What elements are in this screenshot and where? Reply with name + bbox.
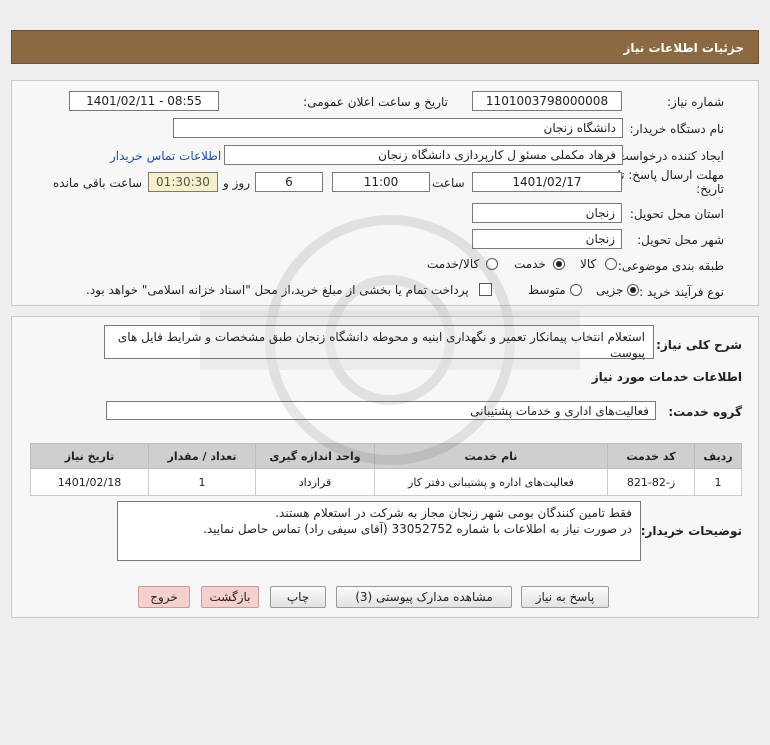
table-row: 1 ز-82-821 فعالیت‌های اداره و پشتیبانی د… xyxy=(30,468,742,496)
page-title: جزئیات اطلاعات نیاز xyxy=(623,41,744,55)
province-label: استان محل تحویل: xyxy=(629,207,724,221)
category-goods-service-label: کالا/خدمت xyxy=(427,257,480,271)
service-group-label: گروه خدمت: xyxy=(668,405,742,419)
category-goods-service-radio[interactable] xyxy=(486,258,498,270)
buyer-notes-textarea[interactable]: فقط تامین کنندگان بومی شهر زنجان مجاز به… xyxy=(117,501,641,561)
days-field[interactable]: 6 xyxy=(255,172,323,192)
category-service-radio[interactable] xyxy=(553,258,565,270)
category-goods-label: کالا xyxy=(580,257,597,271)
purchase-minor-radio[interactable] xyxy=(627,284,639,296)
purchase-minor-label: جزیی xyxy=(596,283,624,297)
page-header: جزئیات اطلاعات نیاز xyxy=(11,30,759,64)
deadline-date-field[interactable]: 1401/02/17 xyxy=(472,172,622,192)
announce-datetime-field[interactable]: 1401/02/11 - 08:55 xyxy=(69,91,219,111)
days-label: روز و xyxy=(223,176,250,190)
buyer-org-label: نام دستگاه خریدار: xyxy=(629,122,725,136)
table-header-row: ردیف کد خدمت نام خدمت واحد اندازه گیری ت… xyxy=(30,443,742,469)
back-button[interactable]: بازگشت xyxy=(201,586,259,608)
services-table: ردیف کد خدمت نام خدمت واحد اندازه گیری ت… xyxy=(30,443,742,496)
buyer-notes-line-1: فقط تامین کنندگان بومی شهر زنجان مجاز به… xyxy=(275,506,632,520)
treasury-payment-note: پرداخت تمام یا بخشی از مبلغ خرید،از محل … xyxy=(86,283,469,297)
cell-service-name: فعالیت‌های اداره و پشتیبانی دفتر کار xyxy=(374,468,608,496)
treasury-payment-checkbox[interactable] xyxy=(479,283,492,296)
category-service-label: خدمت xyxy=(514,257,546,271)
print-button[interactable]: چاپ xyxy=(270,586,326,608)
cell-service-code: ز-82-821 xyxy=(607,468,695,496)
reply-button[interactable]: پاسخ به نیاز xyxy=(521,586,609,608)
remaining-time-label: ساعت باقی مانده xyxy=(53,176,143,190)
buyer-org-field[interactable]: دانشگاه زنجان xyxy=(173,118,623,138)
col-header-service-name: نام خدمت xyxy=(374,443,608,469)
city-field[interactable]: زنجان xyxy=(472,229,622,249)
deadline-date-label: تاریخ: xyxy=(696,182,724,196)
col-header-unit: واحد اندازه گیری xyxy=(255,443,375,469)
deadline-time-field[interactable]: 11:00 xyxy=(332,172,430,192)
need-number-label: شماره نیاز: xyxy=(667,95,724,109)
view-attachments-button[interactable]: مشاهده مدارک پیوستی (3) xyxy=(336,586,512,608)
category-goods-radio[interactable] xyxy=(605,258,617,270)
buyer-contact-link[interactable]: اطلاعات تماس خریدار xyxy=(110,149,221,163)
cell-unit: قرارداد xyxy=(255,468,375,496)
service-group-field[interactable]: فعالیت‌های اداری و خدمات پشتیبانی xyxy=(106,401,656,420)
requester-field[interactable]: فرهاد مکملی مسئو ل کارپردازی دانشگاه زنج… xyxy=(224,145,623,165)
summary-textarea[interactable]: استعلام انتخاب پیمانکار تعمیر و نگهداری … xyxy=(104,325,654,360)
deadline-time-label: ساعت xyxy=(432,176,465,190)
cell-quantity: 1 xyxy=(148,468,256,496)
summary-text: استعلام انتخاب پیمانکار تعمیر و نگهداری … xyxy=(117,330,645,360)
buyer-notes-label: توضیحات خریدار: xyxy=(640,524,742,538)
remaining-time-field: 01:30:30 xyxy=(148,172,218,192)
cell-row-number: 1 xyxy=(694,468,742,496)
need-number-field[interactable]: 1101003798000008 xyxy=(472,91,622,111)
category-label: طبقه بندی موضوعی: xyxy=(617,259,724,273)
deadline-label: مهلت ارسال پاسخ: تا xyxy=(617,168,724,182)
purchase-type-label: نوع فرآیند خرید : xyxy=(639,285,724,299)
exit-button[interactable]: خروج xyxy=(138,586,190,608)
province-field[interactable]: زنجان xyxy=(472,203,622,223)
col-header-quantity: تعداد / مقدار xyxy=(148,443,256,469)
cell-need-date: 1401/02/18 xyxy=(30,468,149,496)
purchase-medium-radio[interactable] xyxy=(570,284,582,296)
purchase-medium-label: متوسط xyxy=(528,283,566,297)
city-label: شهر محل تحویل: xyxy=(637,233,724,247)
buyer-notes-line-2: در صورت نیاز به اطلاعات با شماره 3305275… xyxy=(203,522,632,536)
col-header-need-date: تاریخ نیاز xyxy=(30,443,149,469)
requester-label: ایجاد کننده درخواست: xyxy=(613,149,724,163)
summary-label: شرح کلی نیاز: xyxy=(656,338,742,352)
announce-datetime-label: تاریخ و ساعت اعلان عمومی: xyxy=(303,95,448,109)
services-heading: اطلاعات خدمات مورد نیاز xyxy=(591,370,742,384)
col-header-row-number: ردیف xyxy=(694,443,742,469)
col-header-service-code: کد خدمت xyxy=(607,443,695,469)
